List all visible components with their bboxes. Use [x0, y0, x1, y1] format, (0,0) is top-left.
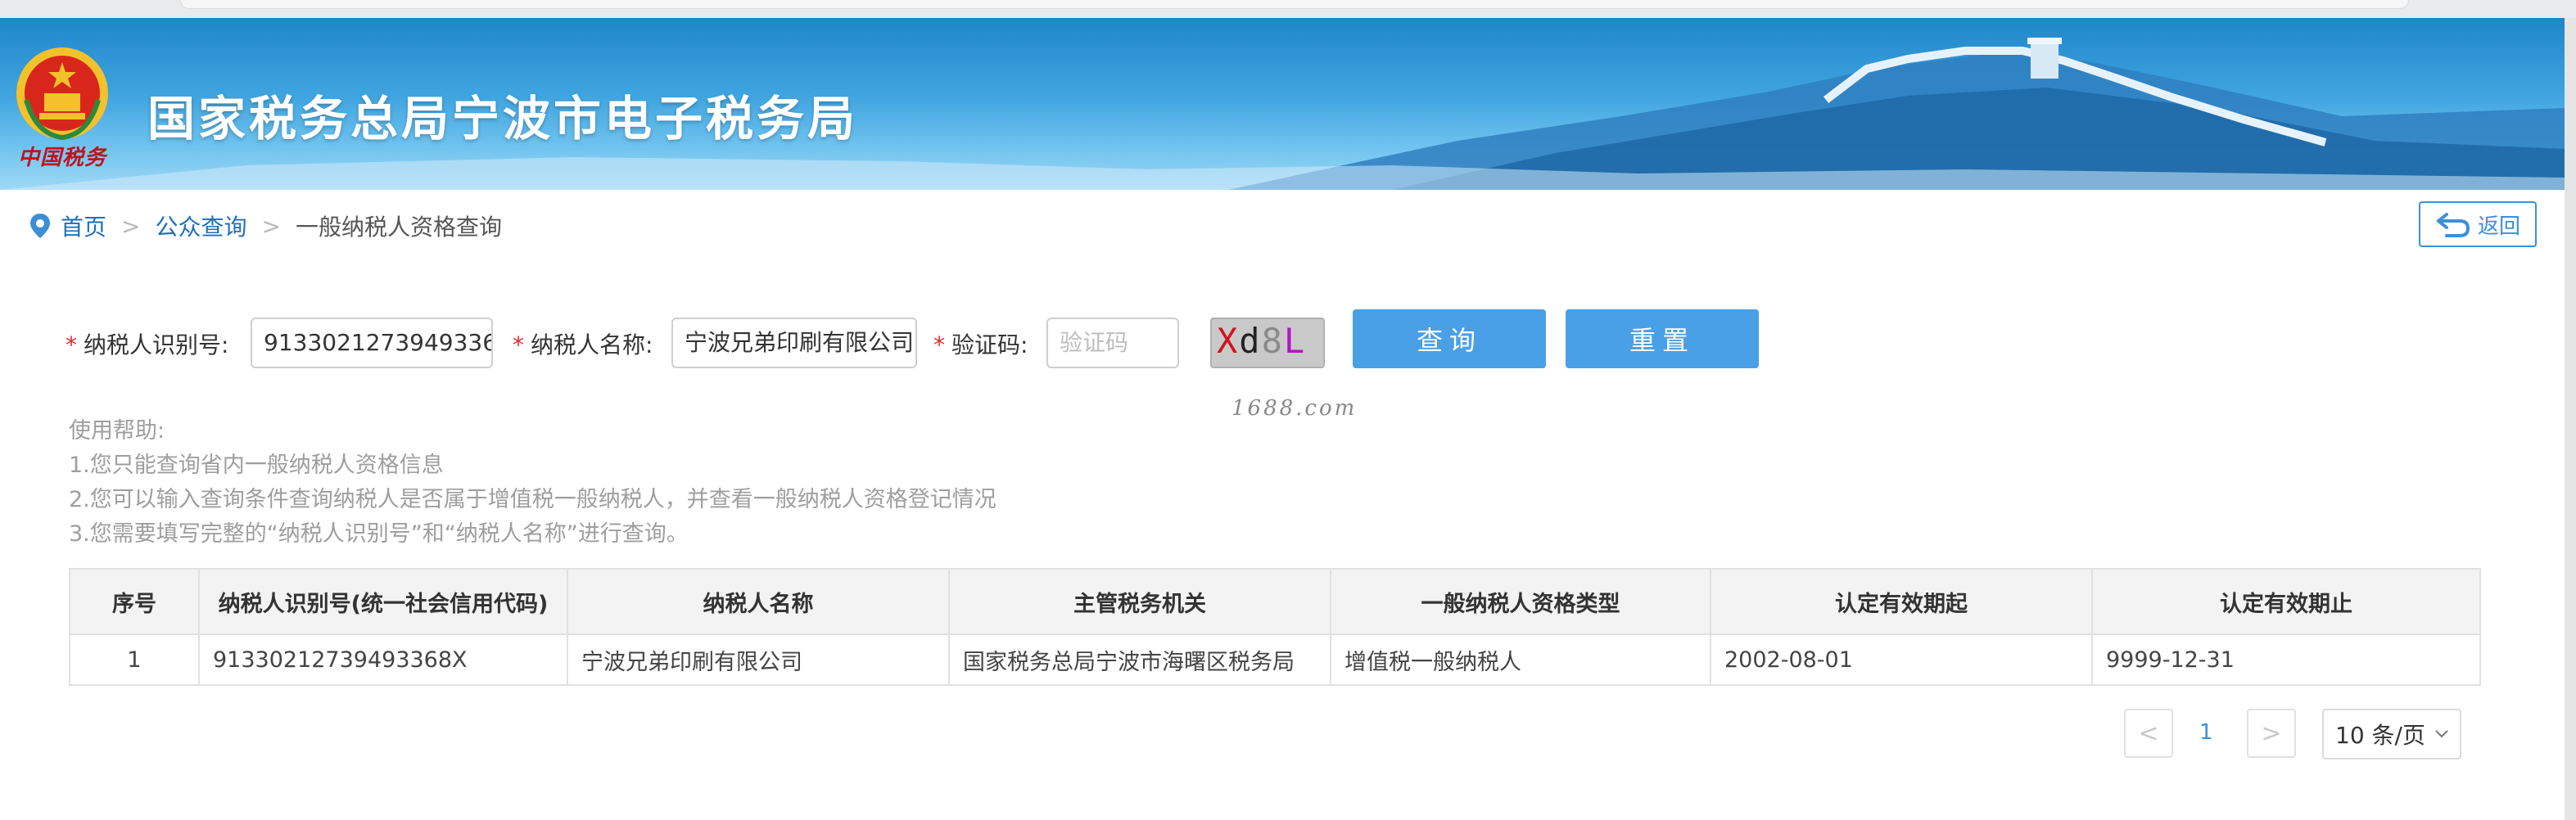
usage-help: 使用帮助: 1.您只能查询省内一般纳税人资格信息 2.您可以输入查询条件查询纳税… — [69, 414, 997, 552]
captcha-label: * 验证码: — [933, 331, 1028, 358]
column-header: 认定有效期起 — [1710, 568, 2093, 635]
column-header: 认定有效期止 — [2091, 568, 2481, 635]
page-scrollbar[interactable] — [2565, 18, 2576, 820]
breadcrumb: 首页 > 公众查询 > 一般纳税人资格查询 — [28, 208, 502, 244]
breadcrumb-home-link[interactable]: 首页 — [61, 210, 106, 242]
breadcrumb-section-link[interactable]: 公众查询 — [155, 210, 246, 242]
column-header: 纳税人识别号(统一社会信用代码) — [198, 568, 568, 635]
query-button[interactable]: 查询 — [1353, 309, 1546, 368]
breadcrumb-current: 一般纳税人资格查询 — [295, 214, 502, 241]
column-header: 纳税人名称 — [567, 568, 950, 635]
tax-emblem-icon — [16, 47, 108, 141]
cell-tax-authority: 国家税务总局宁波市海曙区税务局 — [948, 633, 1331, 686]
taxpayer-name-label: * 纳税人名称: — [513, 331, 653, 358]
return-arrow-icon — [2436, 213, 2470, 237]
page-size-value: 10 条/页 — [2335, 722, 2425, 749]
column-header: 主管税务机关 — [948, 568, 1331, 635]
back-button-label: 返回 — [2477, 214, 2520, 239]
site-title: 国家税务总局宁波市电子税务局 — [147, 91, 859, 146]
cell-index: 1 — [69, 633, 200, 686]
captcha-input[interactable]: 验证码 — [1046, 318, 1179, 368]
table-row: 1 91330212739493368X 宁波兄弟印刷有限公司 国家税务总局宁波… — [69, 633, 2481, 686]
page-size-select[interactable]: 10 条/页 — [2322, 709, 2461, 759]
results-table: 序号 纳税人识别号(统一社会信用代码) 纳税人名称 主管税务机关 一般纳税人资格… — [69, 568, 2481, 686]
cell-valid-from: 2002-08-01 — [1710, 633, 2093, 686]
breadcrumb-separator: > — [261, 212, 281, 240]
help-title: 使用帮助: — [69, 418, 165, 444]
help-line: 1.您只能查询省内一般纳税人资格信息 — [69, 453, 444, 478]
taxpayer-name-input[interactable]: 宁波兄弟印刷有限公司 — [671, 318, 917, 368]
required-mark: * — [513, 331, 524, 358]
cell-qualification-type: 增值税一般纳税人 — [1330, 633, 1711, 686]
back-button[interactable]: 返回 — [2419, 201, 2537, 247]
table-header-row: 序号 纳税人识别号(统一社会信用代码) 纳税人名称 主管税务机关 一般纳税人资格… — [69, 568, 2481, 635]
cell-valid-to: 9999-12-31 — [2091, 633, 2481, 686]
tax-id-input[interactable]: 91330212739493368X — [251, 318, 493, 368]
breadcrumb-separator: > — [121, 212, 141, 240]
required-mark: * — [66, 331, 77, 358]
prev-page-button[interactable]: < — [2124, 709, 2173, 758]
pagination: < 1 > 10 条/页 — [2124, 709, 2463, 759]
reset-button[interactable]: 重置 — [1566, 309, 1759, 368]
captcha-image[interactable]: Xd8L — [1210, 318, 1325, 368]
emblem-caption: 中国税务 — [18, 146, 107, 170]
help-line: 2.您可以输入查询条件查询纳税人是否属于增值税一般纳税人，并查看一般纳税人资格登… — [69, 487, 997, 512]
browser-top-strip — [0, 0, 2576, 18]
location-pin-icon — [30, 214, 50, 238]
tax-id-label: * 纳税人识别号: — [66, 331, 229, 358]
column-header: 序号 — [69, 568, 200, 635]
required-mark: * — [933, 331, 945, 358]
next-page-button[interactable]: > — [2247, 709, 2296, 758]
current-page-number[interactable]: 1 — [2199, 720, 2213, 745]
browser-address-bar-edge — [180, 0, 2409, 9]
cell-taxpayer-name: 宁波兄弟印刷有限公司 — [567, 633, 950, 686]
cell-tax-id: 91330212739493368X — [198, 633, 568, 686]
watermark: 1688.com — [1232, 396, 1358, 421]
help-line: 3.您需要填写完整的“纳税人识别号”和“纳税人名称”进行查询。 — [69, 521, 689, 547]
column-header: 一般纳税人资格类型 — [1330, 568, 1711, 635]
site-header-banner: 中国税务 国家税务总局宁波市电子税务局 — [0, 18, 2565, 190]
chevron-down-icon — [2435, 730, 2448, 738]
